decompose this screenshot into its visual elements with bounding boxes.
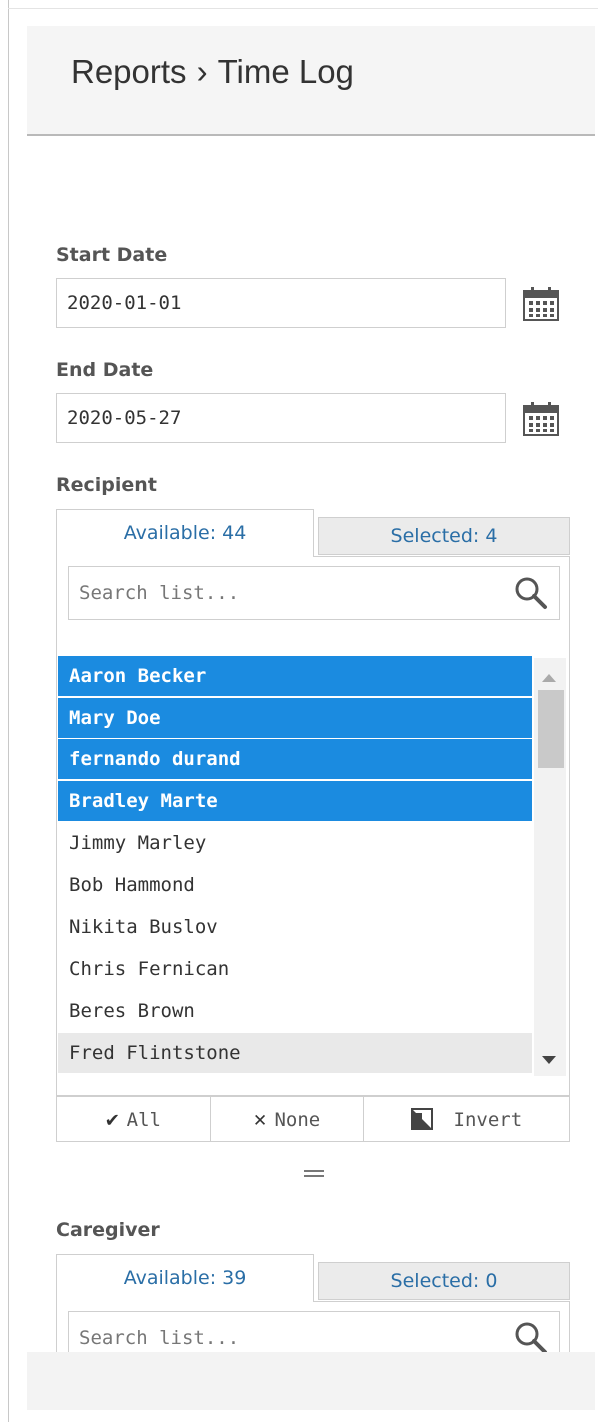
caregiver-search-input[interactable]: Search list... [68, 1311, 560, 1352]
left-border [8, 0, 9, 1422]
recipient-action-bar: ✔ All ✕ None Invert [56, 1096, 570, 1142]
end-date-input[interactable]: 2020-05-27 [56, 393, 506, 443]
start-date-label: Start Date [56, 244, 168, 266]
invert-icon [410, 1107, 446, 1131]
list-item[interactable]: Aaron Becker [58, 656, 532, 696]
search-icon [515, 1322, 547, 1352]
select-none-button[interactable]: ✕ None [211, 1097, 363, 1141]
breadcrumb-reports[interactable]: Reports [71, 53, 187, 90]
breadcrumb-time-log: Time Log [217, 53, 354, 90]
recipient-label: Recipient [56, 474, 157, 496]
list-item[interactable]: Bradley Marte [58, 781, 532, 821]
end-date-label: End Date [56, 359, 154, 381]
list-item[interactable]: Mary Doe [58, 698, 532, 738]
recipient-search-input[interactable]: Search list... [68, 566, 560, 620]
breadcrumb: Reports › Time Log [71, 53, 354, 91]
checkmark-icon: ✔ [106, 1107, 119, 1131]
x-icon: ✕ [253, 1107, 267, 1131]
caregiver-search-button[interactable] [514, 1321, 548, 1352]
recipient-scroll-thumb[interactable] [538, 690, 564, 768]
list-item[interactable]: Beres Brown [58, 991, 532, 1031]
calendar-icon [523, 402, 559, 436]
scroll-up-icon[interactable] [541, 668, 557, 687]
list-item[interactable]: fernando durand [58, 739, 532, 779]
select-all-button[interactable]: ✔ All [57, 1097, 210, 1141]
end-date-calendar-button[interactable] [522, 401, 560, 437]
top-border [8, 8, 598, 9]
list-item[interactable]: Nikita Buslov [58, 907, 532, 947]
footer-band [27, 1352, 595, 1410]
list-item[interactable]: Jimmy Marley [58, 823, 532, 863]
scroll-down-icon[interactable] [541, 1050, 557, 1069]
list-item[interactable]: Fred Flintstone [58, 1033, 532, 1073]
breadcrumb-separator: › [196, 53, 208, 90]
recipient-tab-selected[interactable]: Selected: 4 [318, 517, 570, 555]
list-item[interactable]: Chris Fernican [58, 949, 532, 989]
start-date-input[interactable]: 2020-01-01 [56, 278, 506, 328]
list-item[interactable]: Bob Hammond [58, 865, 532, 905]
page-header: Reports › Time Log [27, 26, 595, 136]
caregiver-tab-available[interactable]: Available: 39 [56, 1254, 314, 1302]
calendar-icon [523, 287, 559, 321]
resize-grip[interactable] [304, 1170, 324, 1178]
caregiver-tab-selected[interactable]: Selected: 0 [318, 1262, 570, 1300]
recipient-search-button[interactable] [514, 576, 548, 610]
recipient-tab-available[interactable]: Available: 44 [56, 509, 314, 557]
start-date-calendar-button[interactable] [522, 286, 560, 322]
caregiver-label: Caregiver [56, 1219, 160, 1241]
search-icon [515, 577, 547, 609]
invert-selection-button[interactable]: Invert [364, 1097, 569, 1141]
